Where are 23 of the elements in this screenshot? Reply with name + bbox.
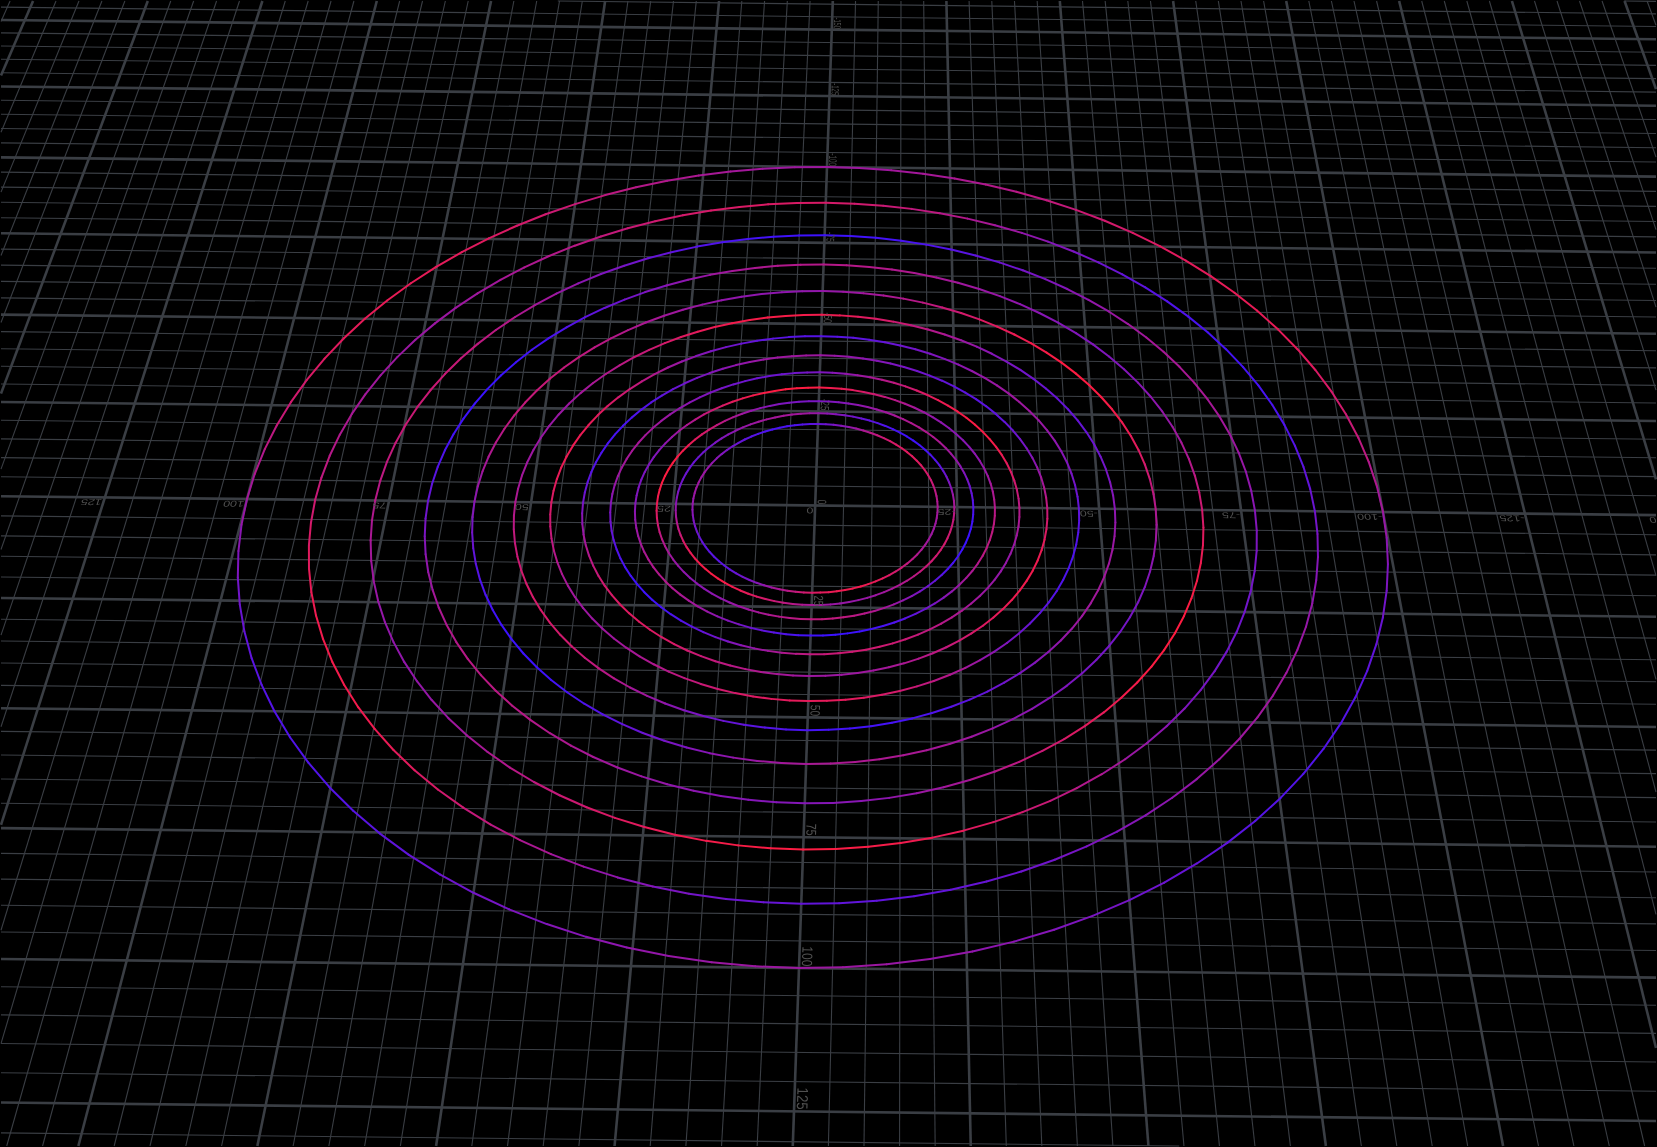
axis-label: 25 [656, 504, 672, 514]
axis-label: 50 [806, 704, 824, 717]
axis-label: 100 [798, 946, 816, 967]
axis-label: -50 [821, 312, 835, 324]
axis-label: 50 [514, 502, 530, 513]
axis-label: -75 [824, 231, 837, 242]
axis-label: -125 [828, 83, 842, 96]
axis-label: 25 [811, 595, 826, 607]
axis-label: -100 [1356, 512, 1384, 522]
axis-label: 100 [221, 499, 246, 509]
axis-label: 125 [79, 497, 104, 508]
axis-label: -25 [818, 398, 832, 411]
axis-label: 0 [815, 499, 830, 505]
axis-label: -100 [826, 153, 840, 167]
axis-label: -50 [1079, 508, 1099, 519]
axis-label: 0 [1648, 515, 1657, 525]
axis-label: -25 [937, 507, 956, 518]
axis-label: 75 [371, 500, 388, 511]
axis-label: 125 [793, 1087, 812, 1110]
axis-label: 0 [806, 505, 814, 516]
axis-label: -125 [1498, 513, 1526, 524]
axis-label: 75 [802, 823, 819, 836]
axis-label: -75 [1221, 510, 1241, 521]
